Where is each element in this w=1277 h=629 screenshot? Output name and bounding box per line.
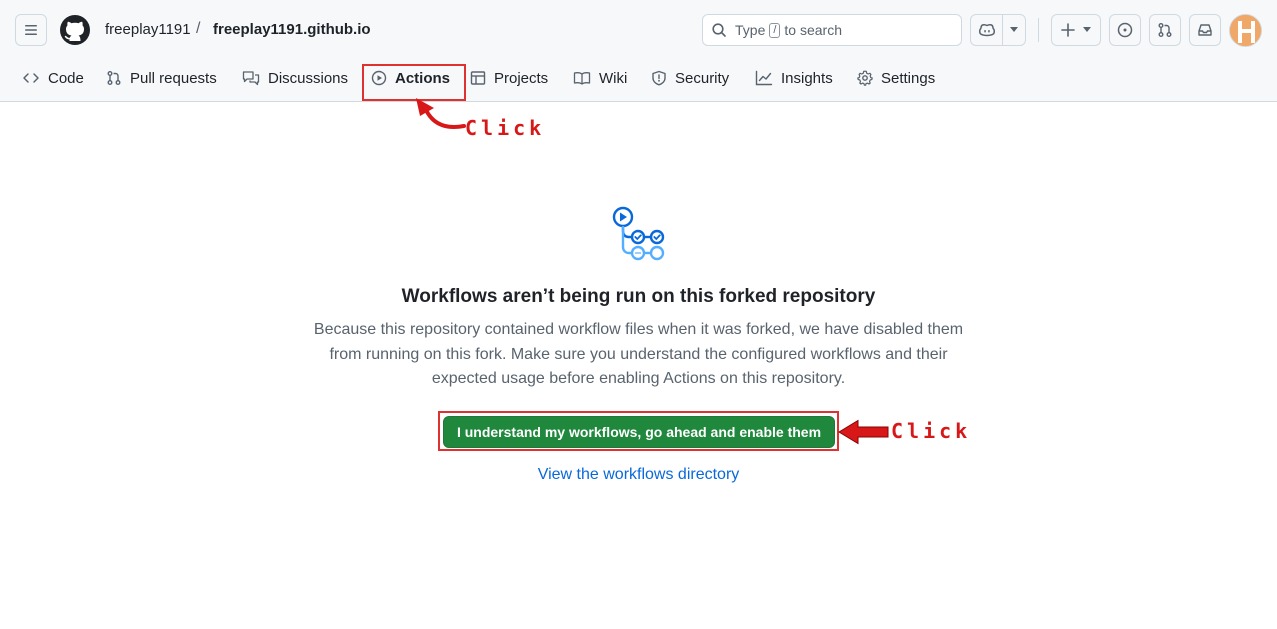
tab-label: Settings xyxy=(881,69,936,87)
copilot-icon xyxy=(978,23,995,37)
create-new-button[interactable] xyxy=(1051,14,1101,46)
tab-projects[interactable]: Projects xyxy=(470,62,548,94)
graph-icon xyxy=(755,70,773,86)
search-icon xyxy=(712,23,726,37)
repo-header: freeplay1191 / freeplay1191.github.io Ty… xyxy=(0,0,1277,102)
chevron-down-icon xyxy=(1010,27,1018,32)
search-input[interactable]: Type / to search xyxy=(702,14,962,46)
issues-button[interactable] xyxy=(1109,14,1141,46)
menu-button[interactable] xyxy=(15,14,47,46)
pull-requests-button[interactable] xyxy=(1149,14,1181,46)
tab-wiki[interactable]: Wiki xyxy=(573,62,627,94)
click-annotation-button: Click xyxy=(891,419,972,443)
inbox-button[interactable] xyxy=(1189,14,1221,46)
book-icon xyxy=(573,72,591,85)
comment-discussion-icon xyxy=(242,71,260,86)
gear-icon xyxy=(857,70,873,86)
git-pull-request-icon xyxy=(107,71,121,85)
tab-code[interactable]: Code xyxy=(22,62,84,94)
workflows-directory-link-text[interactable]: View the workflows directory xyxy=(538,466,740,483)
search-placeholder-suffix: to search xyxy=(784,22,843,38)
tab-label: Projects xyxy=(494,69,549,87)
tab-label: Wiki xyxy=(599,69,628,87)
inbox-icon xyxy=(1198,24,1212,36)
path-separator: / xyxy=(196,20,201,37)
github-logo-icon[interactable] xyxy=(59,14,91,46)
tab-insights[interactable]: Insights xyxy=(755,62,833,94)
tab-label: Pull requests xyxy=(130,69,217,87)
git-pull-request-icon xyxy=(1158,23,1172,37)
repo-tab-nav: Code Pull requests Discussions Actions P… xyxy=(0,62,1277,94)
curved-arrow-icon xyxy=(416,98,466,130)
shield-icon xyxy=(652,70,666,86)
enable-workflows-button[interactable]: I understand my workflows, go ahead and … xyxy=(443,416,835,448)
code-icon xyxy=(23,73,39,83)
header-divider xyxy=(1038,18,1039,42)
tab-settings[interactable]: Settings xyxy=(857,62,935,94)
tab-security[interactable]: Security xyxy=(651,62,729,94)
tab-label: Discussions xyxy=(268,69,349,87)
tab-discussions[interactable]: Discussions xyxy=(242,62,348,94)
search-placeholder-prefix: Type xyxy=(735,22,766,38)
blankslate-description: Because this repository contained workfl… xyxy=(313,321,964,387)
hamburger-icon xyxy=(25,25,37,35)
repo-owner-link[interactable]: freeplay1191 xyxy=(105,21,191,38)
tab-label: Security xyxy=(675,69,730,87)
avatar-identicon-icon xyxy=(1230,15,1261,46)
copilot-button[interactable] xyxy=(970,14,1026,46)
search-shortcut-key: / xyxy=(769,22,781,38)
user-avatar[interactable] xyxy=(1229,14,1262,47)
click-annotation-top: Click xyxy=(465,116,546,140)
issue-opened-icon xyxy=(1117,22,1133,38)
workflows-directory-link: View the workflows directory xyxy=(0,466,1277,484)
plus-icon xyxy=(1061,23,1075,37)
tab-label: Code xyxy=(48,69,84,87)
tab-pull-requests[interactable]: Pull requests xyxy=(106,62,217,94)
repo-name-link[interactable]: freeplay1191.github.io xyxy=(213,21,371,38)
chevron-down-icon xyxy=(1083,27,1091,32)
workflow-graph-icon xyxy=(612,206,665,261)
blankslate-title: Workflows aren’t being run on this forke… xyxy=(401,286,876,307)
arrow-left-icon xyxy=(838,419,889,445)
tab-label: Insights xyxy=(781,69,833,87)
table-icon xyxy=(470,71,486,85)
